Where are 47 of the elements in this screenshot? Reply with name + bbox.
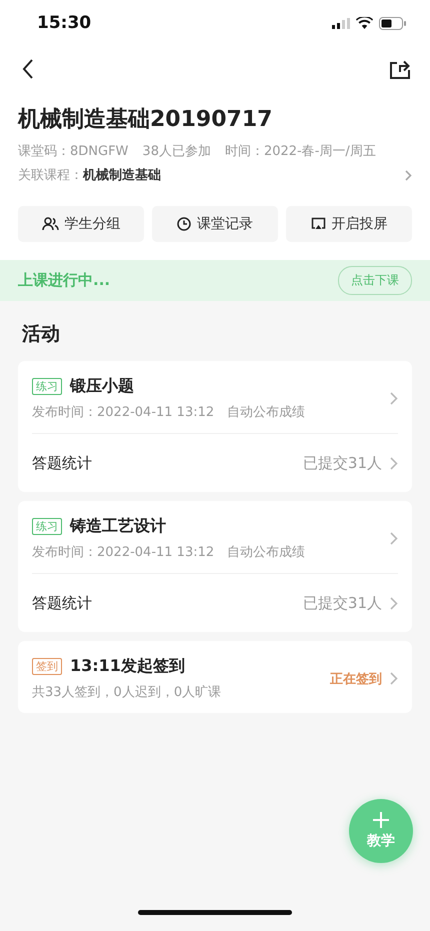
class-status-text: 上课进行中... (18, 271, 110, 290)
stats-label: 答题统计 (32, 454, 93, 472)
activity-meta: 共33人签到，0人迟到，0人旷课 (32, 684, 222, 701)
wifi-icon (356, 17, 373, 29)
activity-tag: 练习 (32, 518, 62, 535)
chevron-icon (390, 532, 398, 545)
status-time: 15:30 (37, 13, 92, 33)
chevron-icon (405, 170, 412, 180)
joined-count: 38人已参加 (142, 143, 211, 160)
people-icon (42, 217, 58, 231)
chevron-icon (390, 392, 398, 405)
linked-course-label: 关联课程： (18, 167, 83, 184)
stats-value: 已提交31人 (302, 454, 382, 472)
clock-icon (177, 217, 191, 231)
screen-cast-icon (310, 217, 326, 231)
chevron-icon (390, 456, 398, 470)
activity-title: 锻压小题 (70, 376, 134, 397)
activity-meta: 发布时间：2022-04-11 13:12 自动公布成绩 (32, 544, 306, 561)
action-button[interactable]: 开启投屏 (286, 206, 412, 242)
action-button[interactable]: 课堂记录 (152, 206, 278, 242)
activity-tag: 签到 (32, 658, 62, 675)
plus-icon (373, 812, 389, 828)
share-icon[interactable] (389, 58, 411, 80)
back-icon[interactable] (22, 58, 34, 80)
activity-tag: 练习 (32, 378, 62, 395)
class-time: 时间：2022-春-周一/周五 (224, 143, 376, 160)
checkin-status: 正在签到 (330, 670, 382, 688)
course-title: 机械制造基础20190717 (18, 106, 274, 134)
answer-stats-row[interactable]: 答题统计 已提交31人 (32, 573, 398, 632)
activity-meta: 发布时间：2022-04-11 13:12 自动公布成绩 (32, 404, 306, 421)
section-title: 活动 (22, 322, 61, 347)
activity-row[interactable]: 练习 铸造工艺设计 发布时间：2022-04-11 13:12 自动公布成绩 (32, 501, 398, 573)
battery-icon (379, 16, 406, 30)
answer-stats-row[interactable]: 答题统计 已提交31人 (32, 433, 398, 492)
linked-course-row[interactable]: 关联课程：机械制造基础 (18, 166, 412, 184)
linked-course-name: 机械制造基础 (83, 167, 162, 184)
activity-title: 13:11发起签到 (70, 656, 185, 677)
stats-value: 已提交31人 (302, 594, 382, 612)
action-button[interactable]: 学生分组 (18, 206, 144, 242)
class-code: 课堂码：8DNGFW (18, 143, 128, 160)
chevron-icon (390, 596, 398, 610)
activity-title: 铸造工艺设计 (70, 516, 166, 537)
stats-label: 答题统计 (32, 594, 93, 612)
signal-icon (332, 18, 350, 28)
activity-row[interactable]: 练习 锻压小题 发布时间：2022-04-11 13:12 自动公布成绩 (32, 361, 398, 433)
chevron-icon (390, 672, 398, 685)
activity-row[interactable]: 签到 13:11发起签到 共33人签到，0人迟到，0人旷课 正在签到 (32, 641, 398, 713)
